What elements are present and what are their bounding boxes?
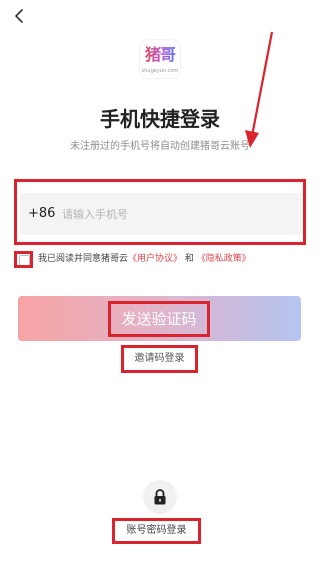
logo-mark: 猪哥云 [140, 42, 180, 78]
annotation-box-account [112, 518, 201, 544]
agreement-text: 我已阅读并同意猪哥云《用户协议》 和 《隐私政策》 [38, 252, 251, 266]
annotation-box-phone [14, 179, 306, 245]
annotation-box-send-code [108, 301, 210, 337]
password-login-button[interactable] [143, 480, 177, 514]
privacy-policy-link[interactable]: 《隐私政策》 [197, 254, 251, 264]
agreement-prefix: 我已阅读并同意猪哥云 [38, 254, 129, 264]
back-button[interactable] [8, 4, 32, 30]
annotation-arrow [245, 31, 274, 148]
user-agreement-link[interactable]: 《用户协议》 [128, 254, 182, 264]
agreement-conjunction: 和 [184, 254, 194, 264]
app-logo: 猪哥云 zhugeyun.com [140, 40, 180, 78]
logo-caption: zhugeyun.com [141, 68, 179, 74]
page-title: 手机快捷登录 [100, 107, 220, 131]
chevron-left-icon [15, 9, 23, 23]
annotation-box-checkbox [14, 251, 33, 268]
annotation-box-invite [121, 345, 198, 373]
page-subtitle: 未注册过的手机号将自动创建猪哥云账号 [70, 141, 250, 152]
lock-icon [154, 489, 166, 505]
